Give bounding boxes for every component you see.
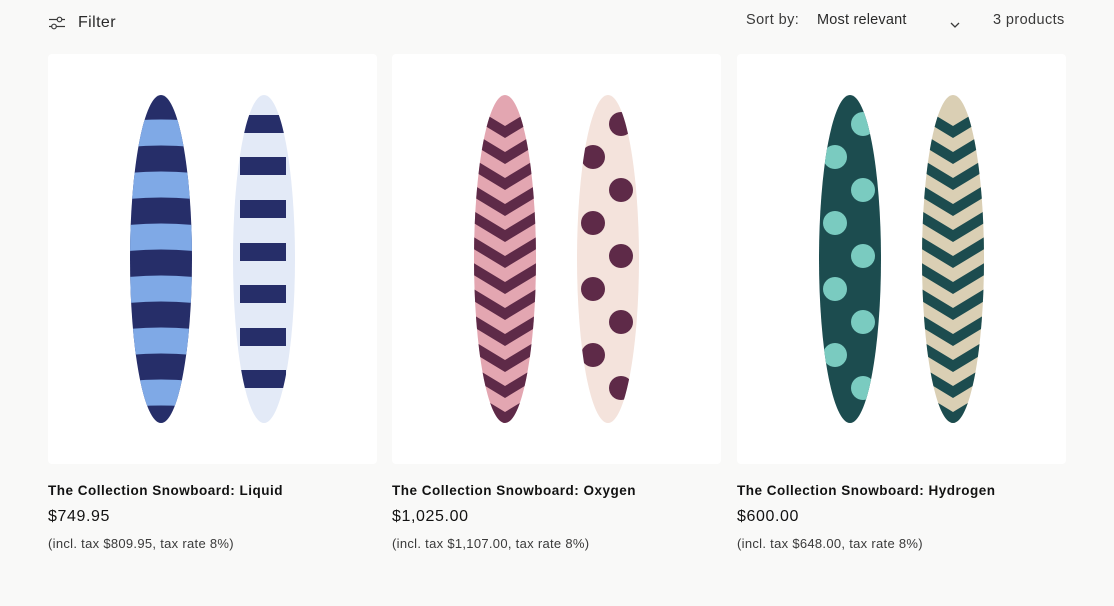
snowboard-right [233,95,295,423]
product-card[interactable]: The Collection Snowboard: Hydrogen $600.… [737,54,1066,551]
product-title[interactable]: The Collection Snowboard: Liquid [48,483,377,498]
product-image[interactable] [392,54,721,464]
product-price: $749.95 [48,508,111,525]
snowboard-left [130,95,192,423]
product-price: $600.00 [737,508,800,525]
product-tax-note: (incl. tax $809.95, tax rate 8%) [48,536,234,551]
product-tax-note: (incl. tax $648.00, tax rate 8%) [737,536,923,551]
filter-label: Filter [78,14,116,31]
sliders-icon [48,16,66,30]
product-image[interactable] [737,54,1066,464]
product-card[interactable]: The Collection Snowboard: Liquid $749.95… [48,54,377,551]
product-title[interactable]: The Collection Snowboard: Hydrogen [737,483,1066,498]
sort-selected-value: Most relevant [817,12,907,28]
chevron-down-icon [950,17,960,33]
product-tax-note: (incl. tax $1,107.00, tax rate 8%) [392,536,590,551]
snowboard-left [819,95,881,423]
filter-button[interactable]: Filter [48,10,116,36]
product-card[interactable]: The Collection Snowboard: Oxygen $1,025.… [392,54,721,551]
sort-label: Sort by: [746,12,800,28]
product-title[interactable]: The Collection Snowboard: Oxygen [392,483,721,498]
snowboard-right [922,95,984,423]
collection-toolbar: Filter Sort by: Most relevant 3 products [0,0,1114,48]
sort-select[interactable]: Most relevant [817,12,962,28]
product-image[interactable] [48,54,377,464]
snowboard-right [577,95,639,423]
snowboard-left [474,95,536,423]
product-price: $1,025.00 [392,508,469,525]
product-count: 3 products [993,12,1065,28]
